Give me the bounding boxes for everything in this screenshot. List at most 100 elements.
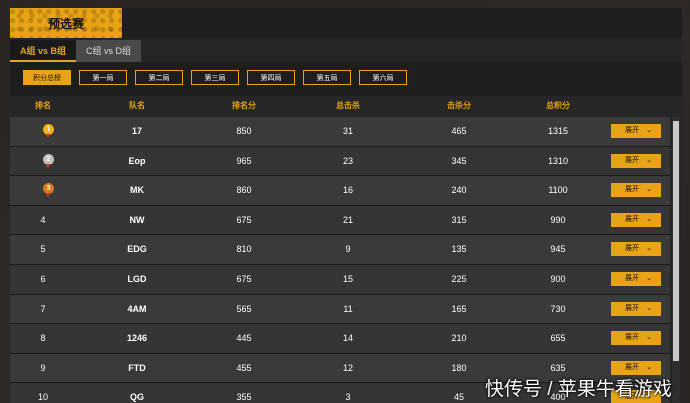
kill-points-cell: 465 xyxy=(451,126,467,136)
total-points-cell: 1100 xyxy=(548,185,568,196)
header-rank: 排名 xyxy=(35,101,51,110)
tab-round-1[interactable]: 第一局 xyxy=(79,70,127,85)
rank-cell: 5 xyxy=(40,244,46,255)
expand-button[interactable]: 展开 ⌄ xyxy=(611,301,661,316)
tab-group-ab[interactable]: A组 vs B组 xyxy=(10,40,77,62)
group-tabs: A组 vs B组 C组 vs D组 xyxy=(10,40,142,62)
expand-button[interactable]: 展开 ⌄ xyxy=(611,212,661,227)
team-cell: 4AM xyxy=(127,303,147,314)
total-points-cell: 655 xyxy=(550,333,566,344)
expand-button[interactable]: 展开 ⌄ xyxy=(611,331,661,346)
expand-label: 展开 xyxy=(625,186,639,194)
rank-cell: 10 xyxy=(37,392,49,403)
total-points-cell: 730 xyxy=(550,303,566,314)
rank-points-cell: 850 xyxy=(236,126,252,136)
rank-cell: 4 xyxy=(40,214,46,225)
header-team: 队名 xyxy=(129,101,145,110)
tab-overall-standings[interactable]: 积分总榜 xyxy=(23,70,71,85)
page-title: 预选赛 xyxy=(48,17,85,31)
chevron-down-icon: ⌄ xyxy=(646,127,652,134)
expand-label: 展开 xyxy=(625,245,639,253)
total-kills-cell: 14 xyxy=(342,333,354,344)
leaderboard-panel: 预选赛 A组 vs B组 C组 vs D组 积分总榜 第一局 第二局 第三局 第… xyxy=(10,8,682,403)
header-total-kills: 总击杀 xyxy=(336,101,360,110)
gold-medal-icon: 1 xyxy=(43,124,54,138)
chevron-down-icon: ⌄ xyxy=(646,186,652,194)
team-cell: Eop xyxy=(128,155,146,166)
chevron-down-icon: ⌄ xyxy=(646,363,652,371)
expand-button[interactable]: 展开 ⌄ xyxy=(611,360,661,375)
expand-button[interactable]: 展开 ⌄ xyxy=(611,242,661,257)
chevron-down-icon: ⌄ xyxy=(646,334,652,342)
table-row: 4 NW 675 21 315 990 展开 ⌄ xyxy=(10,205,670,236)
rank-cell: 6 xyxy=(40,273,46,284)
kill-points-cell: 225 xyxy=(451,273,467,284)
tab-round-5[interactable]: 第五局 xyxy=(303,70,351,85)
title-banner: 预选赛 xyxy=(10,8,122,38)
watermark: 快传号 / 苹果牛看游戏 xyxy=(485,379,672,400)
table-row: 3 MK 860 16 240 1100 展开 ⌄ xyxy=(10,176,670,206)
rank-points-cell: 860 xyxy=(236,185,252,196)
tab-round-3[interactable]: 第三局 xyxy=(191,70,239,85)
scrollbar[interactable] xyxy=(672,117,680,403)
scrollbar-thumb[interactable] xyxy=(673,121,679,361)
silver-medal-icon: 2 xyxy=(43,153,54,168)
kill-points-cell: 165 xyxy=(451,303,467,314)
chevron-down-icon: ⌄ xyxy=(646,215,652,223)
kill-points-cell: 135 xyxy=(451,244,467,255)
total-points-cell: 1315 xyxy=(547,126,569,136)
header-total-points: 总积分 xyxy=(546,101,570,110)
round-tabs: 积分总榜 第一局 第二局 第三局 第四局 第五局 第六局 xyxy=(10,62,682,96)
tab-group-cd[interactable]: C组 vs D组 xyxy=(76,40,142,62)
header-rank-points: 排名分 xyxy=(232,101,256,110)
team-cell: FTD xyxy=(128,362,146,373)
total-kills-cell: 16 xyxy=(342,185,354,196)
header-kill-points: 击杀分 xyxy=(447,101,471,110)
tab-round-6[interactable]: 第六局 xyxy=(359,70,407,85)
rank-points-cell: 565 xyxy=(236,303,252,314)
expand-label: 展开 xyxy=(625,156,639,164)
kill-points-cell: 180 xyxy=(451,362,467,373)
team-cell: QG xyxy=(129,392,145,403)
table-header: 排名 队名 排名分 总击杀 击杀分 总积分 xyxy=(10,96,682,116)
total-kills-cell: 11 xyxy=(343,303,353,314)
standings-table: 1 17 850 31 465 1315 展开 ⌄ 2 Eop 965 23 3… xyxy=(10,117,670,403)
table-row: 8 1246 445 14 210 655 展开 ⌄ xyxy=(10,324,670,354)
rank-points-cell: 355 xyxy=(236,392,252,403)
expand-button[interactable]: 展开 ⌄ xyxy=(611,271,661,286)
table-row: 7 4AM 565 11 165 730 展开 ⌄ xyxy=(10,294,670,325)
total-kills-cell: 23 xyxy=(342,155,354,166)
expand-button[interactable]: 展开 ⌄ xyxy=(611,183,661,198)
rank-points-cell: 445 xyxy=(236,333,252,344)
rank-points-cell: 965 xyxy=(236,155,252,166)
expand-label: 展开 xyxy=(625,334,639,342)
expand-button[interactable]: 展开 ⌄ xyxy=(611,153,661,168)
rank-points-cell: 675 xyxy=(236,273,252,284)
total-points-cell: 945 xyxy=(550,244,566,255)
rank-points-cell: 675 xyxy=(236,214,252,225)
expand-label: 展开 xyxy=(625,274,639,282)
total-kills-cell: 9 xyxy=(345,244,351,255)
chevron-down-icon: ⌄ xyxy=(646,156,652,164)
expand-label: 展开 xyxy=(625,363,639,371)
total-kills-cell: 12 xyxy=(342,362,354,373)
chevron-down-icon: ⌄ xyxy=(646,304,652,312)
table-row: 1 17 850 31 465 1315 展开 ⌄ xyxy=(10,117,670,147)
kill-points-cell: 240 xyxy=(451,185,467,196)
tab-round-4[interactable]: 第四局 xyxy=(247,70,295,85)
team-cell: LGD xyxy=(127,273,147,284)
rank-cell: 7 xyxy=(40,303,46,314)
bronze-medal-icon: 3 xyxy=(43,183,54,198)
tab-round-2[interactable]: 第二局 xyxy=(135,70,183,85)
total-kills-cell: 3 xyxy=(345,392,351,403)
chevron-down-icon: ⌄ xyxy=(646,245,652,253)
team-cell: MK xyxy=(130,185,144,196)
table-row: 5 EDG 810 9 135 945 展开 ⌄ xyxy=(10,235,670,265)
team-cell: 17 xyxy=(131,126,143,136)
expand-button[interactable]: 展开 ⌄ xyxy=(611,124,661,138)
table-row: 6 LGD 675 15 225 900 展开 ⌄ xyxy=(10,264,670,295)
kill-points-cell: 315 xyxy=(451,214,467,225)
rank-cell: 8 xyxy=(40,333,46,344)
total-kills-cell: 15 xyxy=(342,273,354,284)
expand-label: 展开 xyxy=(625,304,639,312)
